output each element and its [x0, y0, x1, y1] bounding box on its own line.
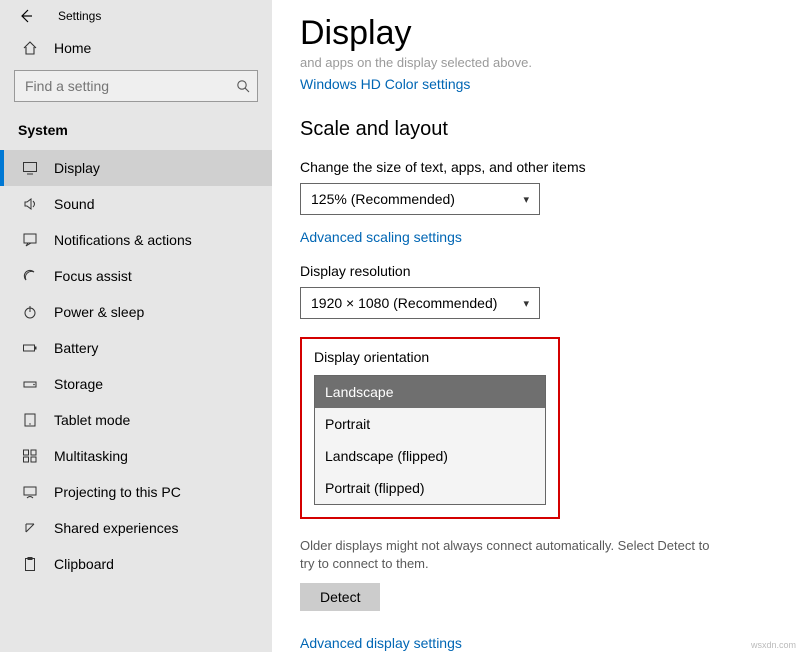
orientation-option-portrait[interactable]: Portrait	[315, 408, 545, 440]
orientation-option-landscape-flipped[interactable]: Landscape (flipped)	[315, 440, 545, 472]
sound-icon	[22, 196, 40, 212]
sidebar-item-label: Battery	[54, 340, 98, 356]
shared-icon	[22, 520, 40, 536]
window-title: Settings	[58, 9, 101, 23]
sidebar-item-clipboard[interactable]: Clipboard	[0, 546, 272, 582]
sidebar-item-storage[interactable]: Storage	[0, 366, 272, 402]
sidebar-item-sound[interactable]: Sound	[0, 186, 272, 222]
clipboard-icon	[22, 556, 40, 572]
detect-help-text: Older displays might not always connect …	[300, 537, 720, 573]
chevron-down-icon: ▾	[523, 297, 529, 310]
sidebar-group-label: System	[0, 118, 272, 150]
search-box[interactable]	[14, 70, 258, 102]
sidebar-item-label: Projecting to this PC	[54, 484, 181, 500]
battery-icon	[22, 340, 40, 356]
chevron-down-icon: ▾	[523, 193, 529, 206]
scale-layout-heading: Scale and layout	[300, 118, 780, 141]
scale-label: Change the size of text, apps, and other…	[300, 159, 780, 175]
sidebar-nav: Display Sound Notifications & actions Fo…	[0, 150, 272, 652]
orientation-highlight: Display orientation Landscape Portrait L…	[300, 337, 560, 519]
sidebar-item-label: Notifications & actions	[54, 232, 192, 248]
focus-icon	[22, 268, 40, 284]
scale-select[interactable]: 125% (Recommended) ▾	[300, 183, 540, 215]
content: Display and apps on the display selected…	[272, 0, 800, 652]
orientation-dropdown-open[interactable]: Landscape Portrait Landscape (flipped) P…	[314, 375, 546, 505]
sidebar-item-label: Tablet mode	[54, 412, 130, 428]
search-icon	[236, 79, 250, 93]
advanced-display-link[interactable]: Advanced display settings	[300, 635, 462, 651]
hd-color-link[interactable]: Windows HD Color settings	[300, 76, 470, 92]
sidebar-item-shared[interactable]: Shared experiences	[0, 510, 272, 546]
tablet-icon	[22, 412, 40, 428]
orientation-option-landscape[interactable]: Landscape	[315, 376, 545, 408]
sidebar-item-tablet[interactable]: Tablet mode	[0, 402, 272, 438]
page-title: Display	[300, 14, 780, 53]
orientation-option-portrait-flipped[interactable]: Portrait (flipped)	[315, 472, 545, 504]
sidebar-item-label: Shared experiences	[54, 520, 179, 536]
sidebar-item-label: Power & sleep	[54, 304, 144, 320]
notifications-icon	[22, 232, 40, 248]
home-icon	[22, 40, 40, 56]
storage-icon	[22, 376, 40, 392]
sidebar-item-label: Clipboard	[54, 556, 114, 572]
sidebar-item-label: Storage	[54, 376, 103, 392]
sidebar-item-battery[interactable]: Battery	[0, 330, 272, 366]
resolution-select-value: 1920 × 1080 (Recommended)	[311, 295, 497, 311]
projecting-icon	[22, 484, 40, 500]
display-icon	[22, 160, 40, 176]
sidebar-item-label: Focus assist	[54, 268, 132, 284]
sidebar-item-multitasking[interactable]: Multitasking	[0, 438, 272, 474]
advanced-scaling-link[interactable]: Advanced scaling settings	[300, 229, 462, 245]
detect-button[interactable]: Detect	[300, 583, 380, 611]
back-button[interactable]	[18, 8, 34, 24]
truncated-text: and apps on the display selected above.	[300, 55, 780, 70]
sidebar-item-power[interactable]: Power & sleep	[0, 294, 272, 330]
sidebar: Settings Home System Display Sound	[0, 0, 272, 652]
sidebar-item-label: Multitasking	[54, 448, 128, 464]
sidebar-item-label: Sound	[54, 196, 94, 212]
search-input[interactable]	[14, 70, 258, 102]
nav-home-label: Home	[54, 40, 91, 56]
power-icon	[22, 304, 40, 320]
nav-home[interactable]: Home	[0, 30, 272, 66]
sidebar-item-projecting[interactable]: Projecting to this PC	[0, 474, 272, 510]
multitasking-icon	[22, 448, 40, 464]
scale-select-value: 125% (Recommended)	[311, 191, 455, 207]
resolution-label: Display resolution	[300, 263, 780, 279]
sidebar-item-label: Display	[54, 160, 100, 176]
sidebar-item-focus-assist[interactable]: Focus assist	[0, 258, 272, 294]
sidebar-item-notifications[interactable]: Notifications & actions	[0, 222, 272, 258]
watermark: wsxdn.com	[751, 640, 796, 650]
sidebar-item-display[interactable]: Display	[0, 150, 272, 186]
resolution-select[interactable]: 1920 × 1080 (Recommended) ▾	[300, 287, 540, 319]
orientation-label: Display orientation	[314, 349, 546, 365]
